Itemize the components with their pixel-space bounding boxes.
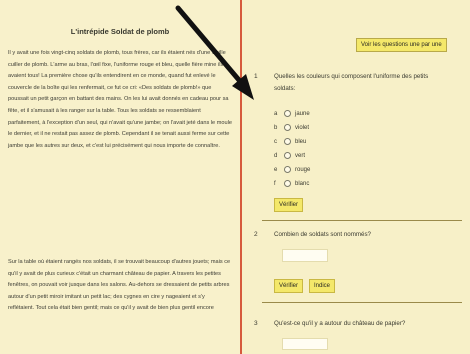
answer-option[interactable]: d vert (274, 150, 305, 161)
question-number: 3 (254, 320, 258, 327)
option-label: bleu (295, 138, 307, 145)
question-number: 2 (254, 231, 258, 238)
answer-option[interactable]: a jaune (274, 108, 310, 119)
question-text: Qu'est-ce qu'il y a autour du château de… (274, 320, 406, 327)
question-text: Combien de soldats sont nommés? (274, 231, 371, 238)
option-checkbox[interactable] (284, 138, 291, 145)
option-label: jaune (295, 110, 310, 117)
option-checkbox[interactable] (284, 166, 291, 173)
story-paragraph: Il y avait une fois vingt-cinq soldats d… (8, 50, 232, 149)
question-separator (262, 302, 462, 303)
question-text: soldats: (274, 85, 296, 92)
story-panel: L'intrépide Soldat de plomb Il y avait u… (0, 0, 240, 354)
question-text: Quelles les couleurs qui composent l'uni… (274, 73, 429, 80)
option-checkbox[interactable] (284, 124, 291, 131)
answer-option[interactable]: f blanc (274, 178, 309, 189)
story-title: L'intrépide Soldat de plomb (70, 27, 170, 36)
option-checkbox[interactable] (284, 180, 291, 187)
option-letter: b (274, 124, 278, 131)
option-label: blanc (295, 180, 310, 187)
option-letter: e (274, 166, 278, 173)
option-label: violet (295, 124, 310, 131)
option-label: vert (295, 152, 306, 159)
answer-input[interactable] (282, 338, 328, 350)
story-paragraph: Sur la table où étaient rangés nos solda… (8, 259, 231, 312)
answer-option[interactable]: b violet (274, 122, 309, 133)
questions-panel: Voir les questions une par une 1 Quelles… (242, 0, 470, 354)
option-checkbox[interactable] (284, 152, 291, 159)
show-questions-one-by-one-button[interactable]: Voir les questions une par une (356, 38, 447, 52)
option-letter: c (274, 138, 277, 145)
answer-input[interactable] (282, 249, 328, 262)
option-letter: a (274, 110, 278, 117)
answer-option[interactable]: c bleu (274, 136, 306, 147)
option-checkbox[interactable] (284, 110, 291, 117)
option-label: rouge (295, 166, 311, 173)
option-letter: f (274, 180, 276, 187)
verify-button[interactable]: Vérifier (274, 198, 304, 212)
verify-button[interactable]: Vérifier (274, 279, 304, 293)
answer-option[interactable]: e rouge (274, 164, 310, 175)
hint-button[interactable]: Indice (309, 279, 336, 293)
question-separator (262, 220, 462, 221)
option-letter: d (274, 152, 278, 159)
question-number: 1 (254, 73, 258, 80)
